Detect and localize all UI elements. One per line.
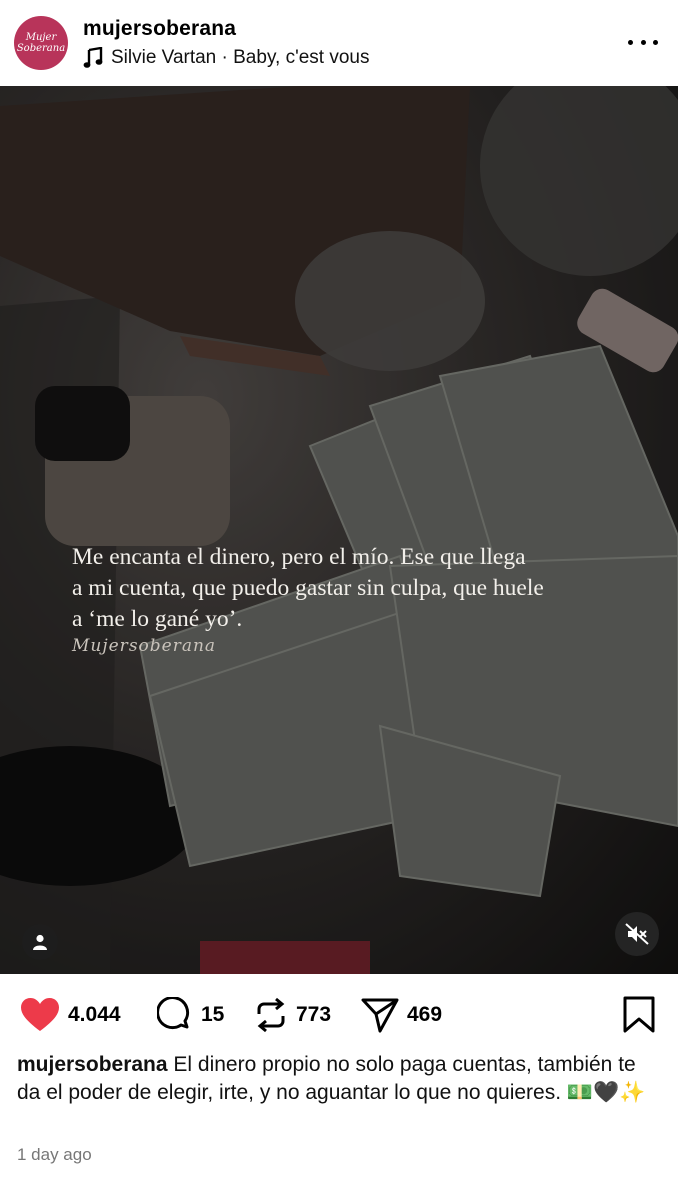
send-icon (361, 998, 399, 1033)
photo-background (0, 86, 678, 974)
mute-button[interactable] (615, 912, 659, 956)
post-caption: mujersoberana El dinero propio no solo p… (17, 1051, 657, 1107)
post-media[interactable]: Me encanta el dinero, pero el mío. Ese q… (0, 86, 678, 974)
like-count: 4.044 (68, 1003, 121, 1026)
overlay-line: a mi cuenta, que puedo gastar sin culpa,… (72, 575, 544, 601)
repost-count: 773 (296, 1003, 332, 1026)
post-timestamp: 1 day ago (17, 1145, 92, 1164)
post-header: Mujer Soberana mujersoberana Silvie Vart… (0, 0, 678, 86)
person-icon (33, 934, 47, 950)
comment-count: 15 (201, 1003, 225, 1026)
overlay-quote: Me encanta el dinero, pero el mío. Ese q… (72, 542, 632, 635)
music-label: Silvie Vartan · Baby, c'est vous (111, 47, 370, 68)
action-bar: 4.044 15 773 469 (0, 992, 678, 1038)
speaker-muted-icon (625, 923, 649, 945)
share-count: 469 (407, 1003, 443, 1026)
avatar[interactable]: Mujer Soberana (14, 16, 68, 70)
comment-icon (157, 997, 190, 1030)
username-link[interactable]: mujersoberana (83, 17, 236, 41)
overlay-line: Me encanta el dinero, pero el mío. Ese q… (72, 544, 526, 570)
caption-username-link[interactable]: mujersoberana (17, 1053, 168, 1076)
music-note-icon (83, 47, 103, 68)
like-button[interactable]: 4.044 (20, 992, 121, 1038)
more-options-button[interactable] (628, 30, 658, 54)
comment-button[interactable]: 15 (157, 992, 224, 1038)
share-button[interactable]: 469 (361, 992, 442, 1038)
music-link[interactable]: Silvie Vartan · Baby, c'est vous (83, 47, 369, 69)
heart-filled-icon (21, 998, 59, 1031)
bookmark-icon (623, 996, 655, 1033)
avatar-text-line2: Soberana (16, 43, 66, 54)
repost-button[interactable]: 773 (254, 992, 331, 1038)
overlay-line: a ‘me lo gané yo’. (72, 606, 243, 632)
watermark: Mujersoberana (72, 636, 217, 656)
more-dot-icon (628, 39, 633, 45)
more-dot-icon (640, 39, 646, 45)
tagged-users-button[interactable] (22, 924, 58, 960)
repost-icon (257, 997, 285, 1033)
more-dot-icon (653, 39, 658, 45)
save-button[interactable] (622, 996, 656, 1034)
avatar-text-line1: Mujer (25, 32, 57, 43)
